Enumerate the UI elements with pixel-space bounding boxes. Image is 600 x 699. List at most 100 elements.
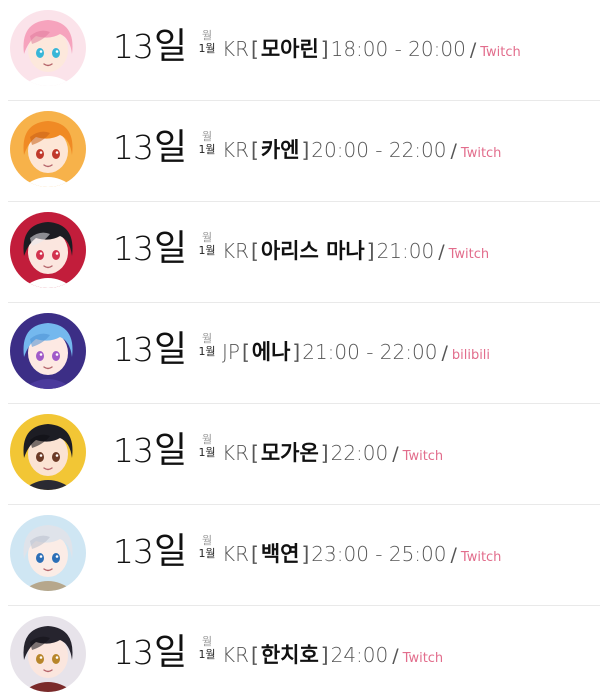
broadcast-day: 13일 [113,22,187,72]
stream-info: KR [한치호] 24:00/ Twitch [222,640,443,670]
streamer-name[interactable]: 모가온 [261,441,319,465]
stream-info: JP [에나] 21:00 - 22:00/ bilibili [222,337,490,367]
weekday-label: 월 1월 [197,636,217,662]
day-number: 13 [113,633,154,672]
schedule-list: 13일 월 1월 KR [모아린] 18:00 - 20:00/Twitch 13일 월 1월 K… [0,0,600,699]
broadcast-day: 13일 [113,224,187,274]
streamer-name[interactable]: 아리스 마나 [261,239,365,263]
schedule-row: 13일 월 1월 KR [아리스 마나] 21:00/Twitch [0,202,600,303]
bracket-open: [ [251,239,259,263]
weekday-label: 월 1월 [197,333,217,359]
platform-link[interactable]: Twitch [480,45,521,60]
day-number: 13 [113,229,154,268]
streamer-name[interactable]: 모아린 [261,37,319,61]
separator: / [392,645,399,667]
weekday-label: 월 1월 [197,535,217,561]
avatar-illustration [10,111,86,187]
streamer-name[interactable]: 에나 [252,340,291,364]
streamer-avatar[interactable] [10,212,86,288]
stream-time: 18:00 - 20:00 [330,37,466,61]
day-unit: 일 [154,329,187,370]
weekday-top: 월 [201,534,213,547]
stream-info: KR [백연] 23:00 - 25:00/ Twitch [222,539,501,569]
day-unit: 일 [154,228,187,269]
bracket-open: [ [251,138,259,162]
weekday-label: 월 1월 [197,232,217,258]
region-code: JP [222,340,240,364]
platform-link[interactable]: Twitch [403,651,444,666]
bracket-close: ] [292,340,301,364]
bracket-close: ] [320,37,329,61]
stream-info: KR [모가온] 22:00/ Twitch [222,438,443,468]
weekday-bottom: 1월 [198,42,216,55]
avatar-illustration [10,313,86,389]
platform-link[interactable]: Twitch [449,247,490,262]
streamer-name[interactable]: 카엔 [261,138,300,162]
streamer-avatar[interactable] [10,414,86,490]
separator: / [469,39,477,61]
streamer-avatar[interactable] [10,111,86,187]
bracket-close: ] [366,239,375,263]
streamer-avatar[interactable] [10,616,86,692]
broadcast-day: 13일 [113,325,187,375]
bracket-open: [ [251,441,259,465]
streamer-name[interactable]: 한치호 [261,643,319,667]
stream-info: KR [모아린] 18:00 - 20:00/Twitch [222,34,521,64]
avatar-illustration [10,10,86,86]
schedule-row: 13일 월 1월 KR [모가온] 22:00/Twitch [0,404,600,505]
bracket-close: ] [301,138,310,162]
region-code: KR [222,542,250,566]
platform-link[interactable]: Twitch [403,449,444,464]
stream-time: 20:00 - 22:00 [311,138,447,162]
streamer-name[interactable]: 백연 [261,542,300,566]
separator: / [438,241,445,263]
streamer-avatar[interactable] [10,10,86,86]
avatar-illustration [10,515,86,591]
bracket-open: [ [241,340,250,364]
stream-time: 21:00 [376,239,435,263]
weekday-label: 월 1월 [197,434,217,460]
stream-time: 24:00 [330,643,389,667]
day-unit: 일 [154,26,187,67]
day-number: 13 [113,431,154,470]
streamer-avatar[interactable] [10,313,86,389]
bracket-open: [ [251,643,259,667]
day-number: 13 [113,128,154,167]
weekday-top: 월 [201,635,213,648]
region-code: KR [222,239,250,263]
streamer-avatar[interactable] [10,515,86,591]
bracket-close: ] [320,643,329,667]
stream-time: 23:00 - 25:00 [311,542,447,566]
separator: / [450,544,457,566]
weekday-bottom: 1월 [198,244,216,257]
stream-info: KR [카엔] 20:00 - 22:00/ Twitch [222,135,501,165]
weekday-label: 월 1월 [197,131,217,157]
weekday-bottom: 1월 [198,446,216,459]
region-code: KR [222,138,250,162]
bracket-close: ] [301,542,310,566]
broadcast-day: 13일 [113,123,187,173]
weekday-bottom: 1월 [198,143,216,156]
schedule-row: 13일 월 1월 KR [백연] 23:00 - 25:00/Twitch [0,505,600,606]
bracket-close: ] [320,441,329,465]
weekday-bottom: 1월 [198,547,216,560]
weekday-top: 월 [201,130,213,143]
separator: / [441,342,448,364]
schedule-row: 13일 월 1월 JP [에나] 21:00 - 22:00/ bilibili [0,303,600,404]
weekday-top: 월 [201,433,213,446]
bracket-open: [ [251,542,259,566]
stream-time: 22:00 [330,441,389,465]
platform-link[interactable]: Twitch [461,146,502,161]
broadcast-day: 13일 [113,527,187,577]
weekday-bottom: 1월 [198,345,216,358]
day-unit: 일 [154,632,187,673]
stream-time: 21:00 - 22:00 [302,340,438,364]
weekday-label: 월 1월 [197,30,217,56]
region-code: KR [222,643,250,667]
platform-link[interactable]: Twitch [461,550,502,565]
stream-info: KR [아리스 마나] 21:00/ Twitch [222,236,489,266]
separator: / [450,140,457,162]
weekday-top: 월 [201,231,213,244]
platform-link[interactable]: bilibili [452,348,490,363]
bracket-open: [ [251,37,259,61]
